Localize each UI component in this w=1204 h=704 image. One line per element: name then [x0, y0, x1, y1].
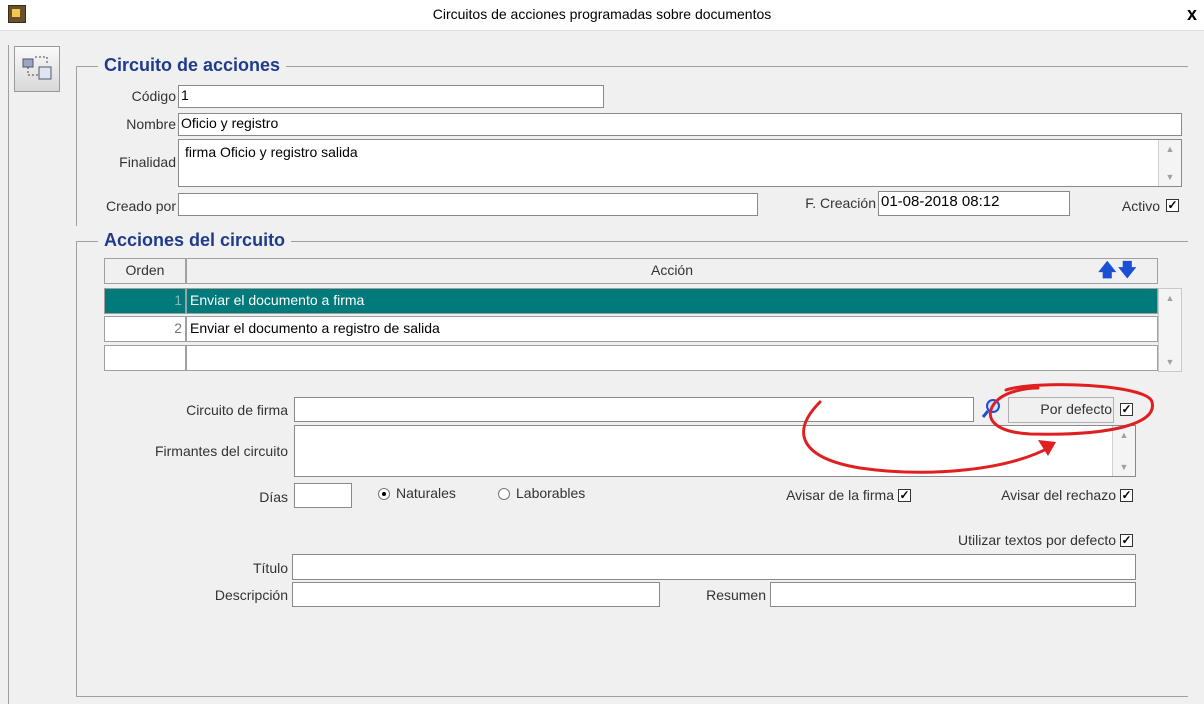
move-up-arrow-icon[interactable]: 🡅 — [1098, 260, 1117, 280]
row-accion-cell[interactable]: Enviar el documento a registro de salida — [186, 316, 1158, 342]
laborables-radio[interactable] — [498, 488, 510, 500]
finalidad-scrollbar[interactable]: ▲ ▼ — [1158, 140, 1181, 186]
row-accion-cell[interactable] — [186, 345, 1158, 371]
scroll-up-icon[interactable]: ▲ — [1159, 289, 1181, 307]
row-orden-cell[interactable] — [104, 345, 186, 371]
row-accion-cell[interactable]: Enviar el documento a firma — [186, 288, 1158, 314]
network-edit-icon — [22, 56, 52, 80]
activo-label: Activo — [1121, 198, 1160, 214]
actions-group-left-border — [76, 241, 77, 696]
move-down-arrow-icon[interactable]: 🡇 — [1118, 260, 1137, 280]
activo-checkbox[interactable]: ✓ — [1166, 199, 1179, 212]
tool-button[interactable] — [14, 46, 60, 92]
descripcion-field[interactable] — [292, 582, 660, 607]
grid-scrollbar[interactable]: ▲ ▼ — [1158, 288, 1182, 372]
window-title: Circuitos de acciones programadas sobre … — [432, 6, 772, 22]
scroll-down-icon[interactable]: ▼ — [1159, 168, 1181, 186]
resumen-field[interactable] — [770, 582, 1136, 607]
dias-label: Días — [259, 489, 288, 505]
creado-por-field[interactable] — [178, 193, 758, 216]
finalidad-label: Finalidad — [119, 154, 176, 170]
close-button[interactable]: x — [1180, 2, 1204, 26]
nombre-label: Nombre — [126, 116, 176, 132]
actions-group-bottom-border — [76, 696, 1188, 697]
actions-group-title: Acciones del circuito — [98, 230, 292, 251]
row-orden-cell[interactable]: 1 — [104, 288, 186, 314]
finalidad-textarea[interactable]: firma Oficio y registro salida — [178, 139, 1182, 187]
row-orden-cell[interactable]: 2 — [104, 316, 186, 342]
circuito-firma-label: Circuito de firma — [186, 402, 288, 418]
codigo-label: Código — [131, 88, 176, 104]
creado-por-label: Creado por — [105, 198, 176, 214]
naturales-label: Naturales — [396, 485, 456, 501]
utilizar-textos-label: Utilizar textos por defecto — [958, 532, 1116, 548]
scroll-down-icon[interactable]: ▼ — [1159, 353, 1181, 371]
nombre-field[interactable]: Oficio y registro — [178, 113, 1182, 136]
column-header-accion[interactable]: Acción — [186, 258, 1158, 284]
naturales-radio[interactable] — [378, 488, 390, 500]
red-annotation-arrow — [802, 383, 1154, 474]
laborables-label: Laborables — [516, 485, 586, 501]
utilizar-textos-checkbox[interactable]: ✓ — [1120, 534, 1133, 547]
scroll-up-icon[interactable]: ▲ — [1159, 140, 1181, 158]
fecha-creacion-field[interactable]: 01-08-2018 08:12 — [878, 191, 1070, 216]
firmantes-label: Firmantes del circuito — [154, 443, 288, 459]
circuit-group-title: Circuito de acciones — [98, 55, 287, 76]
resumen-label: Resumen — [706, 587, 766, 603]
column-header-orden[interactable]: Orden — [104, 258, 186, 284]
circuit-group-left-border — [76, 66, 77, 226]
titulo-label: Título — [252, 560, 288, 576]
codigo-field[interactable]: 1 — [178, 85, 604, 108]
left-divider — [8, 45, 9, 704]
titulo-field[interactable] — [292, 554, 1136, 580]
dias-field[interactable] — [294, 483, 352, 508]
descripcion-label: Descripción — [214, 587, 288, 603]
fecha-creacion-label: F. Creación — [805, 195, 876, 211]
